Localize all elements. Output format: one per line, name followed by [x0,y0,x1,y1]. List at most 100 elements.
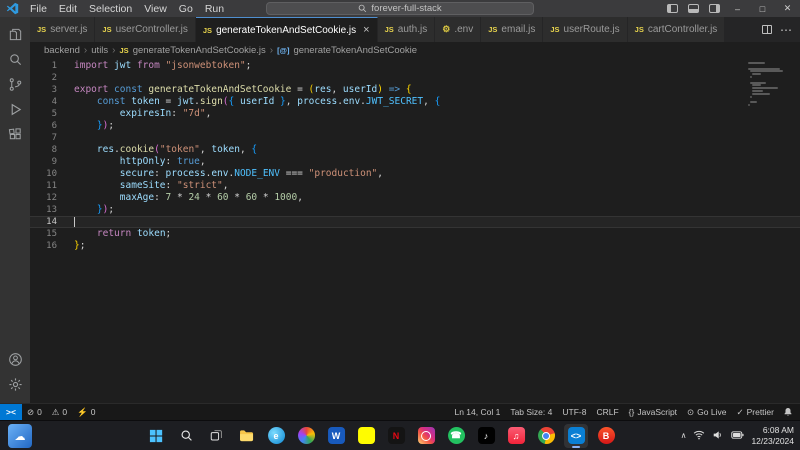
remote-indicator[interactable]: >< [0,404,22,420]
code-line[interactable]: 14 [30,216,800,228]
cursor-position[interactable]: Ln 14, Col 1 [449,404,505,420]
volume-icon[interactable] [712,430,724,442]
folder-icon [239,429,254,442]
language-mode[interactable]: {}JavaScript [624,404,682,420]
tab-auth.js[interactable]: JSauth.js [378,17,436,42]
activity-run-debug[interactable] [0,97,30,122]
eol[interactable]: CRLF [591,404,623,420]
code-line[interactable]: 1import jwt from "jsonwebtoken"; [30,60,800,72]
menu-selection[interactable]: Selection [83,2,138,16]
activity-explorer[interactable] [0,22,30,47]
close-button[interactable]: ✕ [775,0,800,17]
tab-server.js[interactable]: JSserver.js [30,17,95,42]
command-center-search[interactable]: forever-full-stack [266,2,534,15]
warnings-indicator[interactable]: ⚠0 [47,404,72,420]
taskbar-search-button[interactable] [174,424,198,448]
code-line[interactable]: 9 httpOnly: true, [30,156,800,168]
code-line[interactable]: 10 secure: process.env.NODE_ENV === "pro… [30,168,800,180]
vscode-logo-icon [6,2,19,15]
breadcrumb-item-generateTokenAndSetCookie[interactable]: generateTokenAndSetCookie [293,45,417,56]
code-line[interactable]: 6 }); [30,120,800,132]
start-button[interactable] [144,424,168,448]
status-label: Prettier [747,407,774,417]
widgets-button[interactable]: ☁ [8,424,32,448]
line-content: sameSite: "strict", [74,180,228,192]
activity-account[interactable] [0,347,30,372]
tab-userRoute.js[interactable]: JSuserRoute.js [543,17,627,42]
photos-button[interactable] [294,424,318,448]
menu-file[interactable]: File [24,2,53,16]
edge-button[interactable]: e [264,424,288,448]
activity-bar [0,17,30,403]
breadcrumb-item-backend[interactable]: backend [44,45,80,56]
line-content: secure: process.env.NODE_ENV === "produc… [74,168,383,180]
menu-run[interactable]: Run [199,2,230,16]
code-line[interactable]: 5 expiresIn: "7d", [30,108,800,120]
apple-music-button[interactable]: ♫ [504,424,528,448]
activity-extensions[interactable] [0,122,30,147]
task-view-button[interactable] [204,424,228,448]
minimize-button[interactable]: – [725,0,750,17]
tab-env[interactable]: ⚙.env [435,17,481,42]
split-editor-icon[interactable] [762,25,772,34]
netflix-button[interactable]: N [384,424,408,448]
ports-indicator[interactable]: ⚡0 [72,404,100,420]
code-line[interactable]: 12 maxAge: 7 * 24 * 60 * 60 * 1000, [30,192,800,204]
activity-source-control[interactable] [0,72,30,97]
brave-button[interactable]: B [594,424,618,448]
encoding[interactable]: UTF-8 [557,404,591,420]
code-line[interactable]: 13 }); [30,204,800,216]
breadcrumb-item-generateTokenAndSetCookie.js[interactable]: generateTokenAndSetCookie.js [133,45,266,56]
tiktok-button[interactable]: ♪ [474,424,498,448]
code-line[interactable]: 2 [30,72,800,84]
tab-email.js[interactable]: JSemail.js [481,17,543,42]
word-button[interactable]: W [324,424,348,448]
system-tray: ∧ 6:08 AM 12/23/2024 [681,421,794,450]
vscode-button[interactable]: <> [564,424,588,448]
activity-search[interactable] [0,47,30,72]
menu-view[interactable]: View [138,2,173,16]
toggle-secondary-sidebar-icon[interactable] [709,4,720,13]
line-content: expiresIn: "7d", [74,108,211,120]
battery-icon[interactable] [731,431,744,441]
notifications-bell[interactable] [779,404,800,420]
errors-indicator[interactable]: ⊘0 [22,404,47,420]
toggle-sidebar-icon[interactable] [667,4,678,13]
code-line[interactable]: 3export const generateTokenAndSetCookie … [30,84,800,96]
minimap[interactable] [748,62,790,107]
editor-group: JSserver.jsJSuserController.jsJSgenerate… [30,17,800,403]
indentation[interactable]: Tab Size: 4 [505,404,557,420]
maximize-button[interactable]: □ [750,0,775,17]
tab-generateTokenAndSetCookie.js[interactable]: JSgenerateTokenAndSetCookie.js× [196,17,378,42]
code-line[interactable]: 16}; [30,240,800,252]
code-line[interactable]: 8 res.cookie("token", token, { [30,144,800,156]
snapchat-button[interactable] [354,424,378,448]
toggle-panel-icon[interactable] [688,4,699,13]
chrome-button[interactable] [534,424,558,448]
tab-userController.js[interactable]: JSuserController.js [95,17,195,42]
wifi-icon[interactable] [693,430,705,442]
prettier[interactable]: ✓Prettier [731,404,779,420]
js-file-icon: JS [102,25,111,34]
more-actions-icon[interactable]: ⋯ [780,24,792,36]
taskbar-clock[interactable]: 6:08 AM 12/23/2024 [751,425,794,445]
code-editor[interactable]: 1import jwt from "jsonwebtoken";23export… [30,58,800,403]
file-explorer-button[interactable] [234,424,258,448]
menu-edit[interactable]: Edit [53,2,83,16]
instagram-button[interactable] [414,424,438,448]
go-live[interactable]: ⊙Go Live [682,404,731,420]
code-line[interactable]: 11 sameSite: "strict", [30,180,800,192]
breadcrumb-item-utils[interactable]: utils [91,45,108,56]
hidden-icons-chevron[interactable]: ∧ [681,431,687,440]
whatsapp-button[interactable]: ☎ [444,424,468,448]
activity-settings[interactable] [0,372,30,397]
language-mode-icon: {} [629,407,635,417]
close-icon[interactable]: × [363,24,369,36]
clock-time: 6:08 AM [751,425,794,435]
code-line[interactable]: 15 return token; [30,228,800,240]
code-line[interactable]: 7 [30,132,800,144]
code-line[interactable]: 4 const token = jwt.sign({ userId }, pro… [30,96,800,108]
menu-go[interactable]: Go [173,2,199,16]
snapchat-icon [358,427,375,444]
tab-cartController.js[interactable]: JScartController.js [628,17,726,42]
